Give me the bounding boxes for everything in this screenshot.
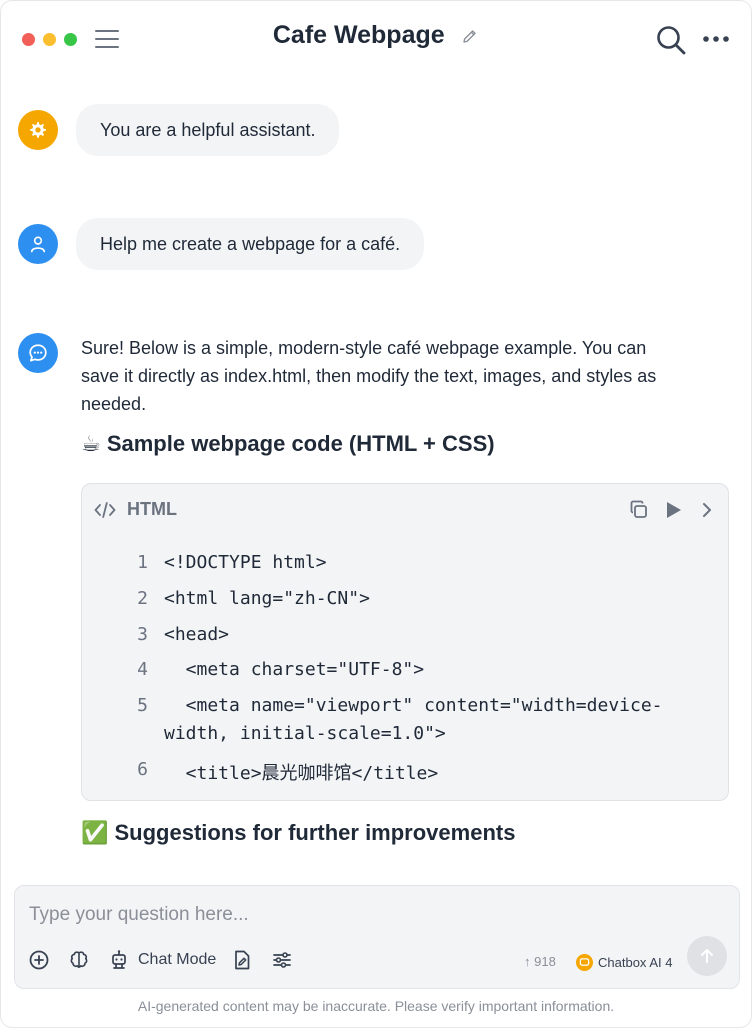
line-number: 2 <box>137 588 148 609</box>
code-section-heading: ☕ Sample webpage code (HTML + CSS) <box>81 431 495 456</box>
user-icon <box>30 236 46 253</box>
page-title: Cafe Webpage <box>272 21 445 49</box>
send-button[interactable] <box>687 936 727 976</box>
system-message: You are a helpful assistant. <box>1 104 751 156</box>
robot-icon[interactable] <box>108 949 130 971</box>
line-number: 4 <box>137 659 148 680</box>
title-bar: Cafe Webpage <box>1 1 751 77</box>
play-icon[interactable] <box>662 499 684 521</box>
pencil-icon[interactable] <box>461 27 479 45</box>
search-icon[interactable] <box>655 24 687 56</box>
suggestions-heading: ✅ Suggestions for further improvements <box>81 820 516 845</box>
copy-icon[interactable] <box>628 499 650 521</box>
code-text: <meta charset="UTF-8"> <box>164 659 425 680</box>
line-number: 5 <box>137 695 148 716</box>
sliders-icon[interactable] <box>271 949 293 971</box>
code-text: <!DOCTYPE html> <box>164 552 327 573</box>
chat-mode-selector[interactable]: Chat Mode <box>138 951 216 969</box>
chat-bubble-icon <box>29 344 47 362</box>
code-language-label: HTML <box>127 499 177 519</box>
assistant-text-line: Sure! Below is a simple, modern-style ca… <box>81 338 647 358</box>
disclaimer-text: AI-generated content may be inaccurate. … <box>137 998 615 1014</box>
model-name: Chatbox AI 4 <box>598 954 673 970</box>
message-composer: Chat Mode ↑ 918 Chatbox AI 4 <box>14 885 740 989</box>
more-options-icon[interactable] <box>702 29 730 49</box>
chatbox-logo-icon <box>576 953 593 971</box>
gear-icon <box>30 122 46 138</box>
code-block: HTML 1 <!DOCTYPE html> 2 <html lang="zh-… <box>81 483 729 801</box>
code-text: <meta name="viewport" content="width=dev… <box>164 695 663 716</box>
code-block-header: HTML <box>82 484 728 536</box>
user-avatar <box>18 224 58 264</box>
assistant-text-line: save it directly as index.html, then mod… <box>81 366 657 386</box>
user-message: Help me create a webpage for a café. <box>1 218 751 270</box>
brain-icon[interactable] <box>68 949 90 971</box>
line-number: 1 <box>137 552 148 573</box>
code-text: <title>晨光咖啡馆</title> <box>164 763 439 784</box>
token-count: ↑ 918 <box>524 954 556 969</box>
plus-circle-icon[interactable] <box>28 949 50 971</box>
arrow-up-icon <box>701 949 713 963</box>
title-area: Cafe Webpage <box>1 21 751 50</box>
user-message-bubble: Help me create a webpage for a café. <box>76 218 425 270</box>
document-edit-icon[interactable] <box>231 949 253 971</box>
app-window: Cafe Webpage You are a helpful assistant… <box>0 0 752 1028</box>
assistant-avatar <box>18 333 58 373</box>
question-input[interactable] <box>27 900 671 930</box>
line-number: 3 <box>137 624 148 645</box>
assistant-text-line: needed. <box>81 394 147 414</box>
code-icon <box>94 502 116 518</box>
system-message-bubble: You are a helpful assistant. <box>76 104 340 156</box>
assistant-message: Sure! Below is a simple, modern-style ca… <box>81 334 731 845</box>
line-number: 6 <box>137 759 148 780</box>
code-text: <head> <box>164 624 230 645</box>
chevron-right-icon[interactable] <box>696 499 718 521</box>
code-text: width, initial-scale=1.0"> <box>164 723 446 744</box>
model-selector[interactable]: Chatbox AI 4 <box>576 952 672 972</box>
system-avatar <box>18 110 58 150</box>
code-text: <html lang="zh-CN"> <box>164 588 370 609</box>
